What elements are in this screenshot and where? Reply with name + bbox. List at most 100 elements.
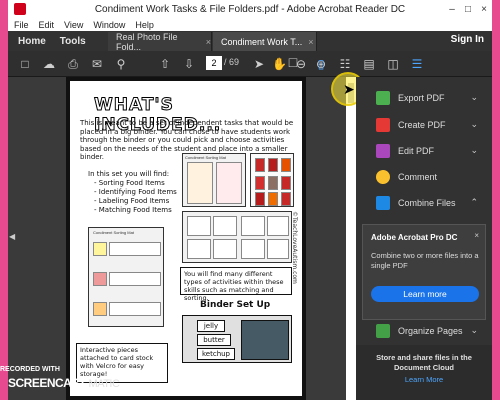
chevron-up-icon[interactable]: ⌃ [470,197,478,208]
thumb-cell [241,216,265,236]
thumb-cell [281,158,291,172]
menu-help[interactable]: Help [135,20,154,30]
thumb-cell [187,216,211,236]
chevron-down-icon[interactable]: ⌄ [470,145,478,156]
sorting-mat-thumbnail: Condiment Sorting Mat [182,153,246,207]
thumb-cell [187,162,213,204]
thumb-cell [268,158,278,172]
close-icon[interactable]: × [474,231,479,240]
close-tab-icon[interactable]: × [206,37,211,47]
menu-file[interactable]: File [14,20,29,30]
scroll-view-icon[interactable]: ☷ [338,57,352,71]
share-text: Store and share files in the Document Cl… [376,353,472,372]
thumb-cell [281,176,291,190]
select-icon[interactable]: ➤ [252,57,266,71]
close-tab-icon[interactable]: × [308,37,313,47]
window-title: Condiment Work Tasks & File Folders.pdf … [94,3,406,15]
set-label: In this set you will find: [88,170,170,178]
thumb-cell [109,272,161,286]
read-mode-icon[interactable]: ▤ [362,57,376,71]
title-bar: Condiment Work Tasks & File Folders.pdf … [8,0,492,18]
list-item: - Sorting Food Items [94,179,165,187]
screencast-brand: SCREENCAST [8,376,86,390]
thumb-cell [216,162,242,204]
combine-files-icon [376,195,390,210]
hand-icon[interactable]: ✋ [272,57,287,71]
tool-label: Edit PDF [398,145,435,156]
thumb-cell [255,158,265,172]
tab-condiment[interactable]: Condiment Work T... × [213,32,317,51]
prev-page-icon[interactable]: ⇧ [158,57,172,71]
learn-more-button[interactable]: Learn more [371,286,479,302]
thumb-cell [268,176,278,190]
thumb-cell [255,192,265,206]
menu-edit[interactable]: Edit [39,20,55,30]
tool-combine-files[interactable]: Combine Files ⌃ [356,190,492,215]
menu-icon[interactable]: ☰ [410,57,424,71]
tool-organize-pages[interactable]: Organize Pages ⌄ [356,318,492,343]
acrobat-window: Condiment Work Tasks & File Folders.pdf … [8,0,492,400]
single-page-view-icon[interactable]: ▯ [314,57,328,71]
tool-comment[interactable]: Comment [356,164,492,189]
chevron-down-icon[interactable]: ⌄ [470,119,478,130]
types-caption: You will find many different types of ac… [180,267,292,302]
tool-label: Combine Files [398,197,456,208]
expand-left-icon[interactable]: ◀ [9,232,15,241]
presentation-icon[interactable]: ◫ [386,57,400,71]
tab-label: Real Photo File Fold... [116,31,178,52]
list-item: - Labeling Food Items [94,197,170,205]
page-total: / 69 [224,57,240,67]
thumb-cell [281,192,291,206]
print-icon[interactable]: ⎙ [66,57,80,71]
condiments-thumbnail [250,153,294,207]
thumb-title: Condiment Sorting Mat [185,155,226,160]
nav-home[interactable]: Home [18,36,46,47]
minimize-button[interactable]: – [444,0,460,18]
tool-create-pdf[interactable]: Create PDF ⌄ [356,112,492,137]
save-icon[interactable]: □ [18,57,32,71]
sign-in-button[interactable]: Sign In [451,34,484,45]
word-card: jelly [197,320,225,332]
left-panel-toggle[interactable]: ◀ [8,77,18,400]
thumb-cell [187,239,211,259]
tab-real-photo[interactable]: Real Photo File Fold... × [108,31,212,52]
tool-label: Organize Pages [398,325,463,336]
thumb-cell [93,272,107,286]
menu-window[interactable]: Window [93,20,125,30]
fit-page-icon[interactable]: □ [286,55,300,69]
upload-icon[interactable]: ☁ [42,57,56,71]
chevron-down-icon[interactable]: ⌄ [470,325,478,336]
edit-pdf-icon [376,143,390,158]
chevron-down-icon[interactable]: ⌄ [470,92,478,103]
thumb-cell [267,239,289,259]
search-icon[interactable]: ⚲ [114,57,128,71]
menu-view[interactable]: View [64,20,83,30]
email-icon[interactable]: ✉ [90,57,104,71]
next-page-icon[interactable]: ⇩ [182,57,196,71]
recorded-with-label: RECORDED WITH [0,366,60,373]
close-window-button[interactable]: × [476,0,492,18]
word-card: butter [197,334,231,346]
thumb-cell [93,242,107,256]
list-item: - Matching Food Items [94,206,172,214]
vertical-scrollbar[interactable] [346,77,356,400]
tool-export-pdf[interactable]: Export PDF ⌄ [356,85,492,110]
tool-label: Comment [398,171,438,182]
maximize-button[interactable]: □ [460,0,476,18]
nav-tools[interactable]: Tools [60,36,86,47]
create-pdf-icon [376,117,390,132]
page-number-input[interactable]: 2 [206,56,222,70]
tool-label: Create PDF [398,119,446,130]
binder-photo: jelly butter ketchup [182,315,292,363]
thumb-cell [213,239,237,259]
learn-more-link[interactable]: Learn More [356,375,492,384]
word-card: ketchup [197,348,235,360]
document-area[interactable]: WHAT'S INCLUDED... This is meant to be a… [18,77,346,400]
thumb-cell [268,192,278,206]
tool-edit-pdf[interactable]: Edit PDF ⌄ [356,138,492,163]
tools-pane: Export PDF ⌄ Create PDF ⌄ Edit PDF ⌄ Com… [356,77,492,400]
binder-grid-photo [241,320,289,360]
export-pdf-icon [376,90,390,105]
tab-label: Condiment Work T... [221,36,303,47]
thumb-title: Condiment Sorting Mat [93,230,134,235]
